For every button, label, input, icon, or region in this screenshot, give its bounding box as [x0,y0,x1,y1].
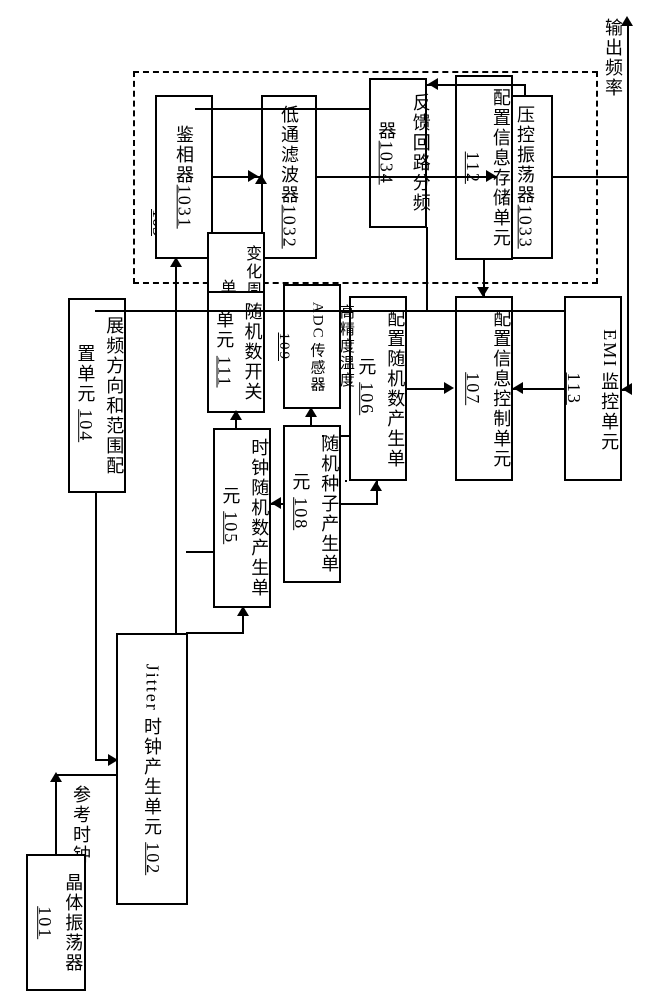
connector [310,409,312,426]
connector [186,632,244,634]
connector [195,108,197,110]
block-1031-phase-detector: 鉴相器1031 [155,95,213,259]
arrowhead [370,481,382,491]
connector [242,608,244,634]
block-113-emi-monitor: EMI监控单元113 [564,296,622,481]
connector [627,176,629,391]
arrowhead [477,287,489,297]
connector [340,435,350,437]
connector [260,176,262,178]
arrowhead [621,16,633,26]
block-1034-feedback-divider: 反馈回路分频器1034 [369,78,427,228]
connector [95,493,97,761]
connector [95,310,565,312]
connector [340,503,378,505]
connector [316,176,497,178]
connector [195,108,370,110]
arrowhead [622,383,632,395]
arrowhead [428,78,438,90]
connector [186,551,214,553]
block-101-crystal-oscillator: 晶体振荡器101 [26,854,86,991]
reference-clock-label: 参考时钟 [68,785,94,865]
connector [426,227,428,312]
connector [426,84,526,86]
connector [552,176,629,178]
block-105-clock-random-gen: 时钟随机数产生单元105 [213,428,271,608]
connector [369,108,371,110]
connector [95,759,116,761]
connector [322,435,324,437]
connector [55,774,116,776]
block-108-random-seed-gen: 随机种子产生单元108 [283,425,341,583]
connector [235,412,237,429]
connector [212,176,250,178]
arrowhead [444,382,454,394]
connector [175,259,177,633]
block-109-temp-adc-sensor: 高精度温度ADC传感器109 [283,284,341,409]
block-102-jitter-clock-generator: Jitter时钟产生单元102 [116,633,188,905]
arrowhead [271,497,281,509]
block-1032-lowpass-filter: 低通滤波器1032 [261,95,317,259]
arrowhead [248,170,258,182]
arrowhead [513,382,523,394]
block-107-config-control: 配置信息控制单元107 [455,296,513,481]
connector [627,22,629,178]
connector [406,388,446,390]
output-frequency-label: 输出频率 [600,18,626,98]
connector [55,774,57,854]
block-112-config-storage: 配置信息存储单元112 [455,75,513,260]
block-104-spread-config: 展频方向和范围配置单元104 [68,298,126,493]
arrowhead [486,170,496,182]
connector [345,480,347,482]
block-106-config-random-gen: 配置随机数产生单元106 [349,296,407,481]
